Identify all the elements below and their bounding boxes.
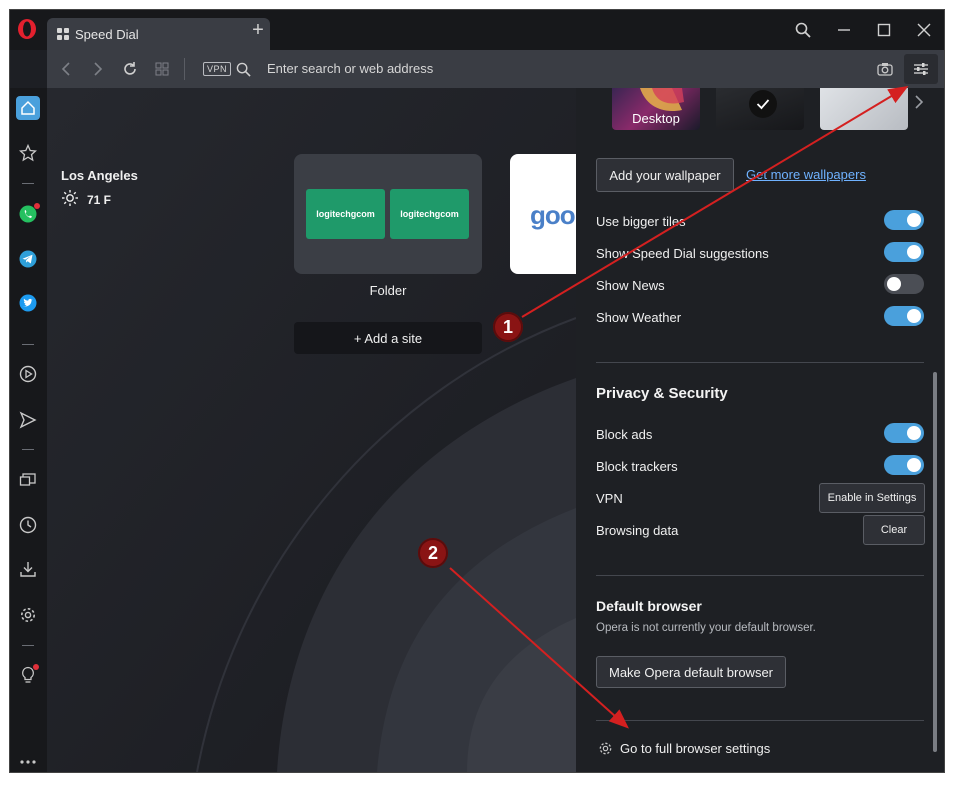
enable-vpn-button[interactable]: Enable in Settings	[819, 483, 925, 513]
settings-gear-icon[interactable]	[16, 603, 40, 627]
search-tabs-icon[interactable]	[791, 18, 815, 42]
checkmark-icon	[749, 90, 777, 118]
weather-sun-icon	[61, 189, 79, 207]
folder-tile-logitechg-2: logitechgcom	[390, 189, 469, 239]
sidebar-divider	[22, 449, 34, 450]
minimize-button[interactable]	[832, 18, 856, 42]
address-toolbar: VPN Enter search or web address	[47, 50, 944, 88]
annotation-badge-2: 2	[418, 538, 448, 568]
make-default-browser-button[interactable]: Make Opera default browser	[596, 656, 786, 688]
new-tab-button[interactable]: +	[248, 20, 268, 40]
notification-dot	[34, 203, 40, 209]
opera-logo-icon[interactable]	[16, 18, 38, 40]
block-ads-toggle[interactable]	[884, 423, 924, 443]
clear-browsing-data-button[interactable]: Clear	[863, 515, 925, 545]
gear-icon	[599, 742, 612, 755]
weather-temperature[interactable]: 71 F	[87, 193, 111, 207]
vpn-badge[interactable]: VPN	[203, 62, 232, 76]
bigger-tiles-label: Use bigger tiles	[596, 214, 686, 229]
bookmark-star-icon[interactable]	[16, 141, 40, 165]
block-trackers-label: Block trackers	[596, 459, 678, 474]
wallpaper-thumb-light[interactable]	[820, 88, 908, 130]
default-browser-description: Opera is not currently your default brow…	[596, 622, 816, 634]
home-icon[interactable]	[16, 96, 40, 120]
sidebar	[10, 88, 47, 772]
vpn-label: VPN	[596, 491, 623, 506]
sidebar-divider	[22, 183, 34, 184]
show-weather-label: Show Weather	[596, 310, 682, 325]
easy-setup-button[interactable]	[904, 54, 938, 84]
suggestions-toggle[interactable]	[884, 242, 924, 262]
privacy-section-title: Privacy & Security	[596, 385, 728, 402]
wallpaper-thumb-dark[interactable]	[716, 88, 804, 130]
tab-speed-dial[interactable]: Speed Dial	[47, 18, 270, 50]
sidebar-divider	[22, 645, 34, 646]
section-divider	[596, 575, 924, 576]
easy-setup-panel: Desktop Add your wallpaper Get more wall…	[576, 88, 944, 772]
telegram-icon[interactable]	[16, 247, 40, 271]
history-clock-icon[interactable]	[16, 513, 40, 537]
get-more-wallpapers-link[interactable]: Get more wallpapers	[746, 167, 866, 182]
wallpaper-selected-label: Desktop	[632, 111, 680, 126]
sliders-icon	[914, 63, 928, 75]
speed-dial-grid-icon	[57, 28, 69, 40]
camera-snapshot-icon[interactable]	[876, 60, 894, 78]
panel-scrollbar[interactable]	[933, 372, 937, 752]
browsing-data-label: Browsing data	[596, 523, 679, 538]
back-arrow-icon[interactable]	[57, 60, 75, 78]
maximize-button[interactable]	[872, 18, 896, 42]
downloads-icon[interactable]	[16, 557, 40, 581]
folder-label: Folder	[369, 283, 407, 298]
block-trackers-toggle[interactable]	[884, 455, 924, 475]
speed-dial-google-tile[interactable]: goo	[510, 154, 576, 274]
search-icon	[234, 60, 252, 78]
player-icon[interactable]	[16, 362, 40, 386]
close-window-button[interactable]	[912, 18, 936, 42]
bigger-tiles-toggle[interactable]	[884, 210, 924, 230]
add-wallpaper-button[interactable]: Add your wallpaper	[596, 158, 734, 192]
show-news-label: Show News	[596, 278, 665, 293]
wallpaper-thumb-desktop[interactable]: Desktop	[612, 88, 700, 130]
full-settings-link[interactable]: Go to full browser settings	[598, 741, 770, 756]
section-divider	[596, 720, 924, 721]
speed-dial-grid-button-icon[interactable]	[153, 60, 171, 78]
toolbar-divider	[184, 58, 185, 80]
more-dots-icon[interactable]	[16, 750, 40, 772]
add-site-button[interactable]: + Add a site	[294, 322, 482, 354]
block-ads-label: Block ads	[596, 427, 653, 442]
speed-dial-folder[interactable]: logitechgcom logitechgcom	[294, 154, 482, 274]
notification-dot	[33, 664, 39, 670]
reload-icon[interactable]	[121, 60, 139, 78]
chevron-right-icon[interactable]	[914, 94, 928, 110]
show-news-toggle[interactable]	[884, 274, 924, 294]
folder-tile-logitechg-1: logitechgcom	[306, 189, 385, 239]
section-divider	[596, 362, 924, 363]
send-icon[interactable]	[16, 408, 40, 432]
forward-arrow-icon[interactable]	[89, 60, 107, 78]
sidebar-divider	[22, 344, 34, 345]
default-browser-title: Default browser	[596, 598, 702, 614]
weather-city[interactable]: Los Angeles	[61, 168, 138, 183]
tabs-icon[interactable]	[16, 468, 40, 492]
speed-dial-area: Los Angeles 71 F logitechgcom logitechgc…	[47, 88, 576, 772]
twitter-icon[interactable]	[16, 291, 40, 315]
full-settings-label: Go to full browser settings	[620, 741, 771, 756]
google-tile-logo-text: goo	[530, 200, 576, 230]
annotation-badge-1: 1	[493, 312, 523, 342]
show-weather-toggle[interactable]	[884, 306, 924, 326]
tab-strip: Speed Dial +	[10, 10, 944, 50]
address-input[interactable]: Enter search or web address	[267, 61, 433, 76]
tab-title: Speed Dial	[75, 26, 139, 42]
suggestions-label: Show Speed Dial suggestions	[596, 246, 769, 261]
browser-window: Speed Dial + VPN Enter search or web add…	[10, 10, 944, 772]
